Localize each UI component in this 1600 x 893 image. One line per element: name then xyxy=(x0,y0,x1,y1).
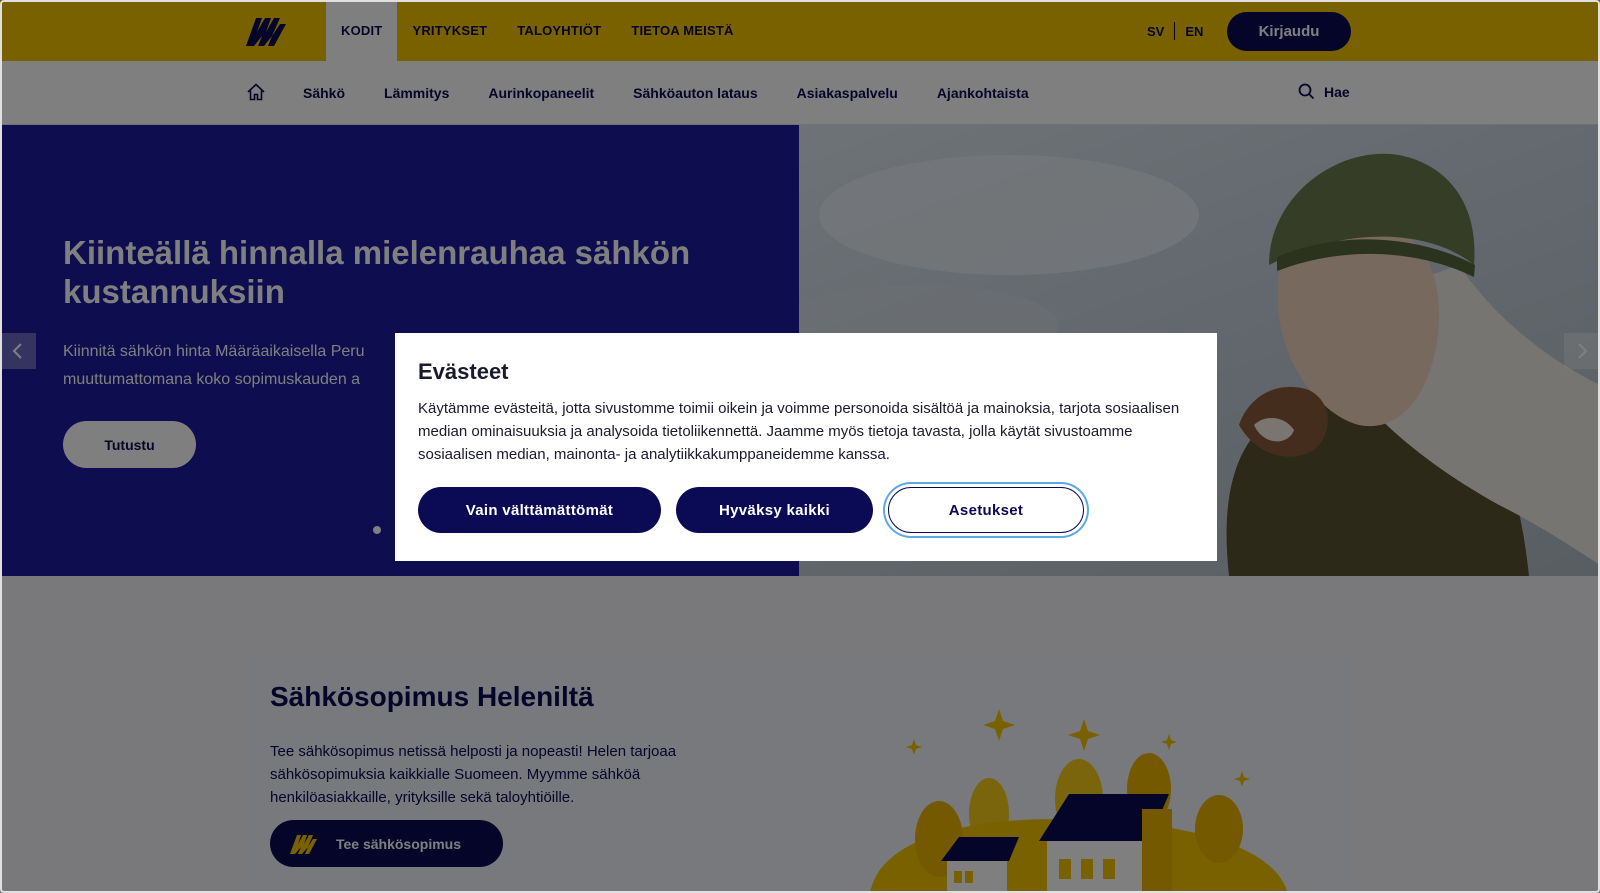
accept-all-button[interactable]: Hyväksy kaikki xyxy=(676,487,873,533)
cookie-settings-button[interactable]: Asetukset xyxy=(888,487,1084,533)
cookie-dialog-title: Evästeet xyxy=(418,359,509,384)
cookie-consent-dialog: Evästeet Käytämme evästeitä, jotta sivus… xyxy=(395,333,1217,561)
necessary-only-button[interactable]: Vain välttämättömät xyxy=(418,487,661,533)
cookie-dialog-text: Käytämme evästeitä, jotta sivustomme toi… xyxy=(418,400,1180,463)
